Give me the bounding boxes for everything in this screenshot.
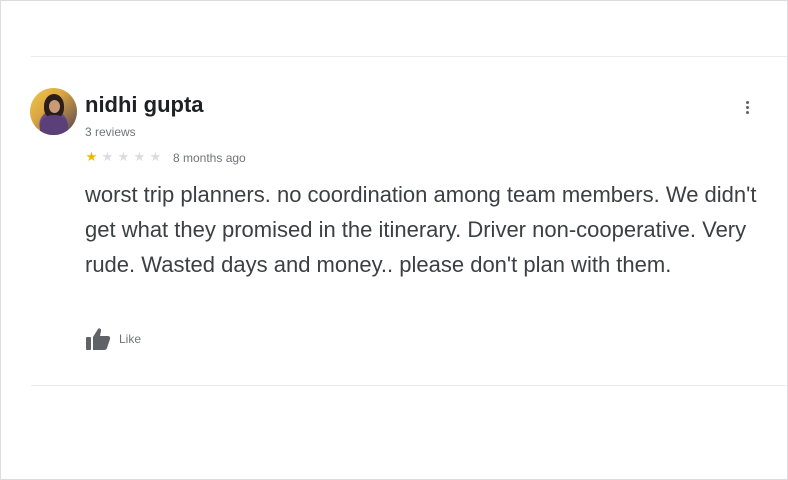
star-icon-empty: ★ [117,149,130,164]
star-icon-filled: ★ [85,149,98,164]
like-label: Like [119,332,142,346]
review-card: nidhi gupta 3 reviews ★ ★ ★ ★ ★ 8 months… [0,0,788,480]
more-options-icon[interactable] [739,96,755,118]
review-text: worst trip planners. no coordination amo… [85,182,757,277]
review-count[interactable]: 3 reviews [85,124,136,140]
divider-top [31,56,787,57]
author-name[interactable]: nidhi gupta [85,91,204,119]
review-time: 8 months ago [173,151,246,165]
star-icon-empty: ★ [149,149,162,164]
star-icon-empty: ★ [101,149,114,164]
avatar[interactable] [30,88,77,135]
thumbs-up-icon [86,328,111,350]
divider-bottom [31,385,787,386]
like-button[interactable]: Like [85,327,141,351]
star-rating: ★ ★ ★ ★ ★ [84,150,163,164]
star-icon-empty: ★ [133,149,146,164]
